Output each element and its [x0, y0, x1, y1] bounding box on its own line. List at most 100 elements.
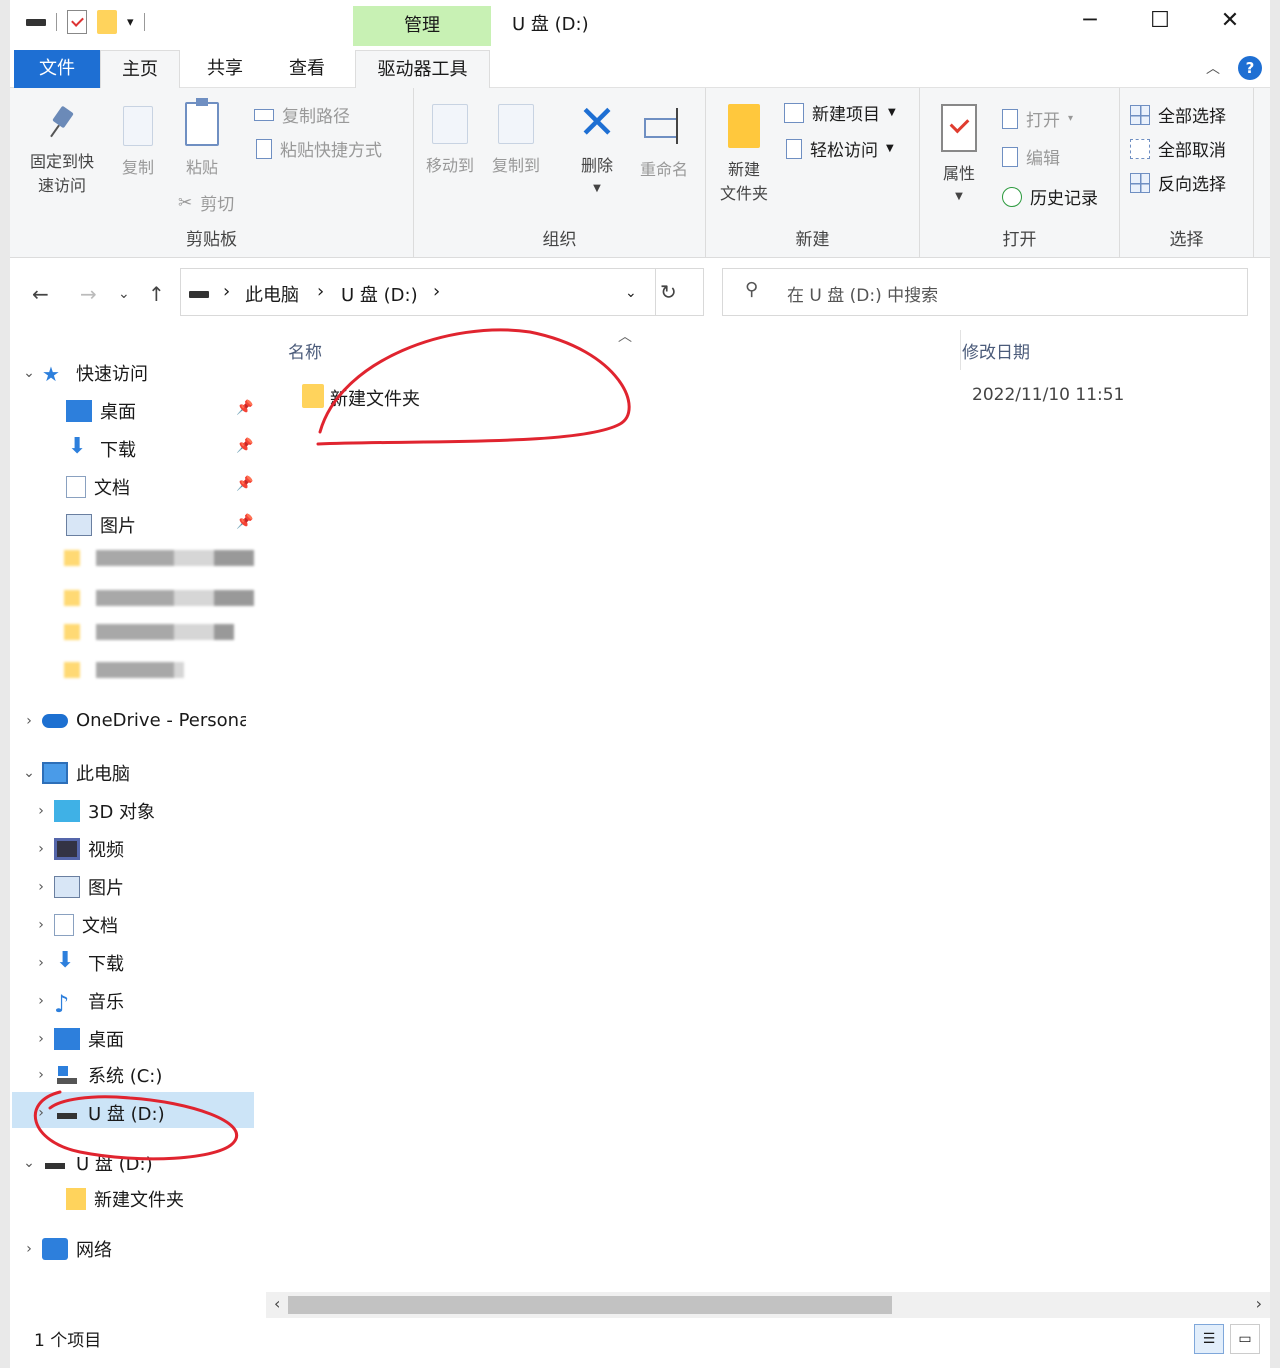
sidebar-item-this-pc[interactable]: ⌄ 此电脑: [16, 760, 130, 786]
select-all-button[interactable]: 全部选择: [1130, 102, 1226, 127]
delete-button[interactable]: ✕ 删除 ▼: [572, 99, 622, 195]
paste-shortcut-button[interactable]: 粘贴快捷方式: [256, 136, 382, 161]
sidebar-item-label: 音乐: [88, 992, 124, 1013]
easy-access-button[interactable]: 轻松访问 ▼: [786, 136, 894, 161]
properties-icon[interactable]: [67, 10, 87, 34]
sidebar-item-desktop[interactable]: 桌面: [40, 398, 136, 424]
sidebar-item-3d-objects[interactable]: › 3D 对象: [28, 798, 155, 824]
pin-quick-access-button[interactable]: 固定到快 速访问: [22, 106, 102, 196]
paste-button[interactable]: 粘贴: [174, 98, 230, 178]
customize-toolbar-chevron-icon[interactable]: ▾: [127, 15, 134, 30]
scrollbar-thumb[interactable]: [288, 1296, 892, 1314]
sidebar-item-pictures[interactable]: › 图片: [28, 874, 124, 900]
tab-drive-tools[interactable]: 驱动器工具: [355, 50, 490, 88]
column-header-date-modified[interactable]: 修改日期: [962, 338, 1030, 363]
expand-chevron-right-icon[interactable]: ›: [28, 1105, 54, 1121]
back-arrow-icon[interactable]: ←: [32, 282, 49, 306]
copy-to-button[interactable]: 复制到: [486, 104, 546, 176]
up-arrow-icon[interactable]: ↑: [148, 282, 165, 306]
move-to-button[interactable]: 移动到: [420, 104, 480, 176]
horizontal-scrollbar[interactable]: ‹ ›: [266, 1292, 1270, 1318]
sidebar-item-label: 系统 (C:): [88, 1066, 163, 1087]
sidebar-item-pictures[interactable]: 图片: [40, 512, 136, 538]
file-row[interactable]: 新建文件夹 2022/11/10 11:51: [292, 382, 1252, 412]
minimize-button[interactable]: ─: [1070, 8, 1110, 33]
breadcrumb-this-pc[interactable]: 此电脑: [245, 281, 299, 307]
recent-locations-chevron-icon[interactable]: ⌄: [118, 286, 130, 302]
sidebar-item-videos[interactable]: › 视频: [28, 836, 124, 862]
expand-chevron-right-icon[interactable]: ›: [28, 993, 54, 1009]
expand-chevron-down-icon[interactable]: ⌄: [16, 365, 42, 381]
tab-view[interactable]: 查看: [272, 50, 342, 88]
properties-button[interactable]: 属性 ▼: [934, 104, 984, 203]
details-view-icon[interactable]: ☰: [1194, 1324, 1224, 1354]
sidebar-item-documents[interactable]: › 文档: [28, 912, 118, 938]
address-bar[interactable]: › 此电脑 › U 盘 (D:) › ⌄: [180, 268, 704, 316]
column-divider[interactable]: [960, 330, 961, 370]
invert-selection-button[interactable]: 反向选择: [1130, 170, 1226, 195]
breadcrumb-usb-drive[interactable]: U 盘 (D:): [341, 281, 418, 307]
history-button[interactable]: 历史记录: [1002, 184, 1098, 209]
open-icon: [1002, 108, 1018, 129]
large-icons-view-icon[interactable]: ▭: [1230, 1324, 1260, 1354]
delete-chevron-down-icon[interactable]: ▼: [593, 183, 601, 194]
expand-chevron-right-icon[interactable]: ›: [28, 1067, 54, 1083]
expand-chevron-right-icon[interactable]: ›: [28, 803, 54, 819]
sidebar-item-downloads[interactable]: › 下载: [28, 948, 124, 976]
sidebar-item-quick-access[interactable]: ⌄ 快速访问: [16, 360, 148, 386]
collapse-ribbon-chevron-up-icon[interactable]: ︿: [1206, 58, 1220, 78]
explorer-window: ▾ 管理 U 盘 (D:) ─ ☐ ✕ 文件 主页 共享 查看 驱动器工具 ︿ …: [10, 0, 1270, 1368]
expand-chevron-right-icon[interactable]: ›: [16, 713, 42, 729]
breadcrumb-separator-icon[interactable]: ›: [223, 281, 230, 302]
edit-button[interactable]: 编辑: [1002, 144, 1060, 169]
expand-chevron-right-icon[interactable]: ›: [28, 841, 54, 857]
forward-arrow-icon[interactable]: →: [80, 282, 97, 306]
address-history-chevron-down-icon[interactable]: ⌄: [625, 285, 637, 301]
copy-label: 复制: [121, 158, 154, 177]
breadcrumb-separator-icon[interactable]: ›: [317, 281, 324, 302]
new-item-button[interactable]: 新建项目 ▼: [784, 100, 896, 125]
sidebar-item-usb-drive[interactable]: › U 盘 (D:): [28, 1100, 164, 1126]
sidebar-item-new-folder[interactable]: 新建文件夹: [40, 1186, 184, 1212]
sidebar-item-usb-root[interactable]: ⌄ U 盘 (D:): [16, 1150, 152, 1176]
expand-chevron-right-icon[interactable]: ›: [28, 917, 54, 933]
close-button[interactable]: ✕: [1210, 8, 1250, 33]
open-button[interactable]: 打开 ▾: [1002, 106, 1073, 131]
sort-ascending-chevron-icon: ︿: [618, 329, 632, 345]
search-input[interactable]: 在 U 盘 (D:) 中搜索: [787, 281, 938, 306]
maximize-button[interactable]: ☐: [1140, 8, 1180, 33]
tab-home[interactable]: 主页: [100, 50, 180, 88]
expand-chevron-right-icon[interactable]: ›: [28, 955, 54, 971]
sidebar-item-system-drive[interactable]: › 系统 (C:): [28, 1062, 162, 1088]
tab-share[interactable]: 共享: [190, 50, 260, 88]
help-icon[interactable]: ?: [1238, 56, 1262, 80]
sidebar-item-downloads[interactable]: 下载: [40, 434, 136, 462]
properties-chevron-down-icon[interactable]: ▼: [955, 191, 963, 202]
expand-chevron-right-icon[interactable]: ›: [28, 879, 54, 895]
sidebar-item-network[interactable]: › 网络: [16, 1236, 112, 1262]
expand-chevron-down-icon[interactable]: ⌄: [16, 765, 42, 781]
expand-chevron-right-icon[interactable]: ›: [16, 1241, 42, 1257]
sidebar-item-documents[interactable]: 文档: [40, 474, 130, 500]
sidebar-item-desktop[interactable]: › 桌面: [28, 1026, 124, 1052]
breadcrumb-separator-icon[interactable]: ›: [433, 281, 440, 302]
rename-button[interactable]: 重命名: [632, 104, 696, 180]
expand-chevron-right-icon[interactable]: ›: [28, 1031, 54, 1047]
cut-button[interactable]: ✂ 剪切: [178, 190, 234, 216]
scroll-left-chevron-icon[interactable]: ‹: [274, 1294, 280, 1313]
search-box[interactable]: ⚲ 在 U 盘 (D:) 中搜索: [722, 268, 1248, 316]
new-folder-button[interactable]: 新建 文件夹: [712, 104, 776, 204]
expand-chevron-down-icon[interactable]: ⌄: [16, 1155, 42, 1171]
select-none-button[interactable]: 全部取消: [1130, 136, 1226, 161]
sidebar-item-onedrive[interactable]: › OneDrive - Personal: [16, 710, 246, 731]
column-header-name[interactable]: 名称: [288, 338, 322, 363]
new-folder-icon[interactable]: [97, 10, 117, 34]
copy-path-button[interactable]: 复制路径: [254, 102, 350, 127]
scroll-right-chevron-icon[interactable]: ›: [1256, 1294, 1262, 1313]
copy-button[interactable]: 复制: [110, 106, 166, 178]
sidebar-item-music[interactable]: › 音乐: [28, 988, 124, 1014]
refresh-icon[interactable]: ↻: [660, 280, 677, 304]
tab-manage[interactable]: 管理: [353, 6, 491, 46]
computer-icon: [42, 762, 68, 784]
tab-file[interactable]: 文件: [14, 50, 100, 88]
